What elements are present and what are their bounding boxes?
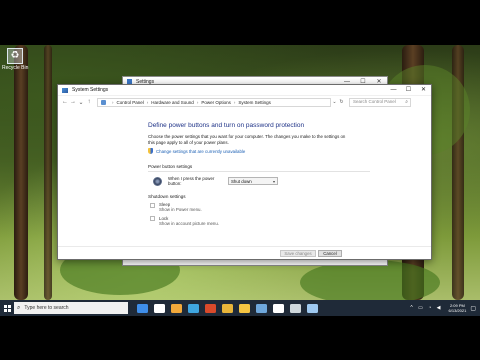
video-letterbox-top [0,0,480,45]
sleep-checkbox[interactable] [150,202,155,208]
section-divider [148,171,370,173]
breadcrumb-power-options[interactable]: Power Options [201,100,231,105]
chevron-down-icon: ▾ [272,178,275,184]
taskbar-search-placeholder: Type here to search [24,305,69,311]
taskbar-app-icon[interactable] [256,303,267,313]
recycle-bin-icon: ♻ [7,48,23,64]
power-button-label: When I press the power button: [168,176,215,187]
main-content: Define power buttons and turn on passwor… [58,108,431,226]
breadcrumb[interactable]: › Control Panel › Hardware and Sound › P… [97,97,331,107]
change-settings-link[interactable]: Change settings that are currently unava… [148,148,431,155]
breadcrumb-control-panel[interactable]: Control Panel [117,100,144,105]
shield-icon [148,148,153,155]
recycle-bin-label: Recycle Bin [2,65,29,71]
refresh-icon[interactable]: ↻ [339,99,343,105]
chevron-down-icon[interactable]: ⌄ [77,99,85,106]
control-panel-icon [101,99,106,105]
power-button-icon [153,176,162,186]
clock-date: 6/13/2021 [448,308,467,313]
cancel-button[interactable]: Cancel [318,250,342,257]
search-input[interactable]: Search Control Panel ⌕ [349,97,411,107]
window-titlebar[interactable]: System Settings — ☐ ✕ [58,85,431,96]
breadcrumb-separator-icon: › [146,99,149,105]
taskbar-app-icon[interactable] [154,303,165,313]
taskbar-app-icon[interactable] [290,303,301,313]
taskbar-app-icon[interactable] [171,303,182,313]
maximize-button[interactable]: ☐ [401,85,416,96]
taskbar-app-icon[interactable] [137,303,148,313]
taskbar-pinned-apps [134,303,321,313]
start-button[interactable] [0,300,14,316]
breadcrumb-separator-icon: › [233,99,236,105]
taskbar-app-icon[interactable] [239,303,250,313]
shutdown-settings-heading: Shutdown settings [148,194,186,200]
taskbar-app-icon[interactable] [222,303,233,313]
search-icon: ⌕ [17,304,21,311]
window-title: System Settings [72,87,109,93]
window-footer: Save changes Cancel [58,246,431,259]
page-title: Define power buttons and turn on passwor… [148,122,305,129]
sleep-option-subtitle: Show in Power menu. [159,207,202,213]
breadcrumb-system-settings[interactable]: System Settings [238,100,271,105]
taskbar-app-icon[interactable] [188,303,199,313]
back-arrow-icon[interactable]: ← [61,99,69,105]
clock[interactable]: 2:09 PM 6/13/2021 [449,303,467,313]
tree-trunk [44,45,52,300]
fern-foliage [300,260,440,300]
taskbar-app-icon[interactable] [205,303,216,313]
system-settings-window[interactable]: System Settings — ☐ ✕ ← → ⌄ ↑ › Control … [57,84,432,260]
power-button-action-select[interactable]: Shut down ▾ [228,177,278,186]
page-description: Choose the power settings that you want … [148,134,346,145]
breadcrumb-separator-icon: › [112,99,114,105]
system-tray: ^ ▭ ◔ ◀ 2:09 PM 6/13/2021 ▢ [410,303,480,313]
tray-icons[interactable]: ^ ▭ ◔ ◀ [410,305,442,311]
tree-trunk [14,45,28,300]
up-arrow-icon[interactable]: ↑ [85,99,93,105]
windows-logo-icon [3,304,11,312]
save-changes-button[interactable]: Save changes [280,250,316,257]
video-letterbox-bottom [0,316,480,360]
search-icon[interactable]: ⌕ [405,98,408,106]
sleep-option[interactable]: Sleep Show in Power menu. [150,202,431,212]
close-button[interactable]: ✕ [416,85,431,96]
minimize-button[interactable]: — [386,85,401,96]
power-button-selected-value: Shut down [231,178,252,184]
taskbar-search-input[interactable]: ⌕ Type here to search [14,302,128,314]
chevron-down-icon[interactable]: ⌄ [332,99,336,105]
change-settings-link-label: Change settings that are currently unava… [156,148,246,154]
power-button-row: When I press the power button: Shut down… [153,176,431,186]
lock-checkbox[interactable] [150,216,155,222]
taskbar: ⌕ Type here to search ^ ▭ ◔ ◀ 2:09 PM 6/… [0,300,480,316]
breadcrumb-separator-icon: › [196,99,199,105]
taskbar-app-icon[interactable] [307,303,318,313]
control-panel-icon [62,87,68,93]
breadcrumb-hardware-and-sound[interactable]: Hardware and Sound [151,100,194,105]
lock-option[interactable]: Lock Show in account picture menu. [150,216,431,226]
address-bar-row: ← → ⌄ ↑ › Control Panel › Hardware and S… [58,96,431,108]
power-button-settings-heading: Power button settings [148,164,193,170]
forward-arrow-icon[interactable]: → [69,99,77,105]
recycle-bin-shortcut[interactable]: ♻ Recycle Bin [2,48,28,71]
taskbar-app-icon[interactable] [273,303,284,313]
notification-icon[interactable]: ▢ [470,305,476,312]
lock-option-subtitle: Show in account picture menu. [159,220,220,226]
search-placeholder: Search Control Panel [353,99,396,104]
